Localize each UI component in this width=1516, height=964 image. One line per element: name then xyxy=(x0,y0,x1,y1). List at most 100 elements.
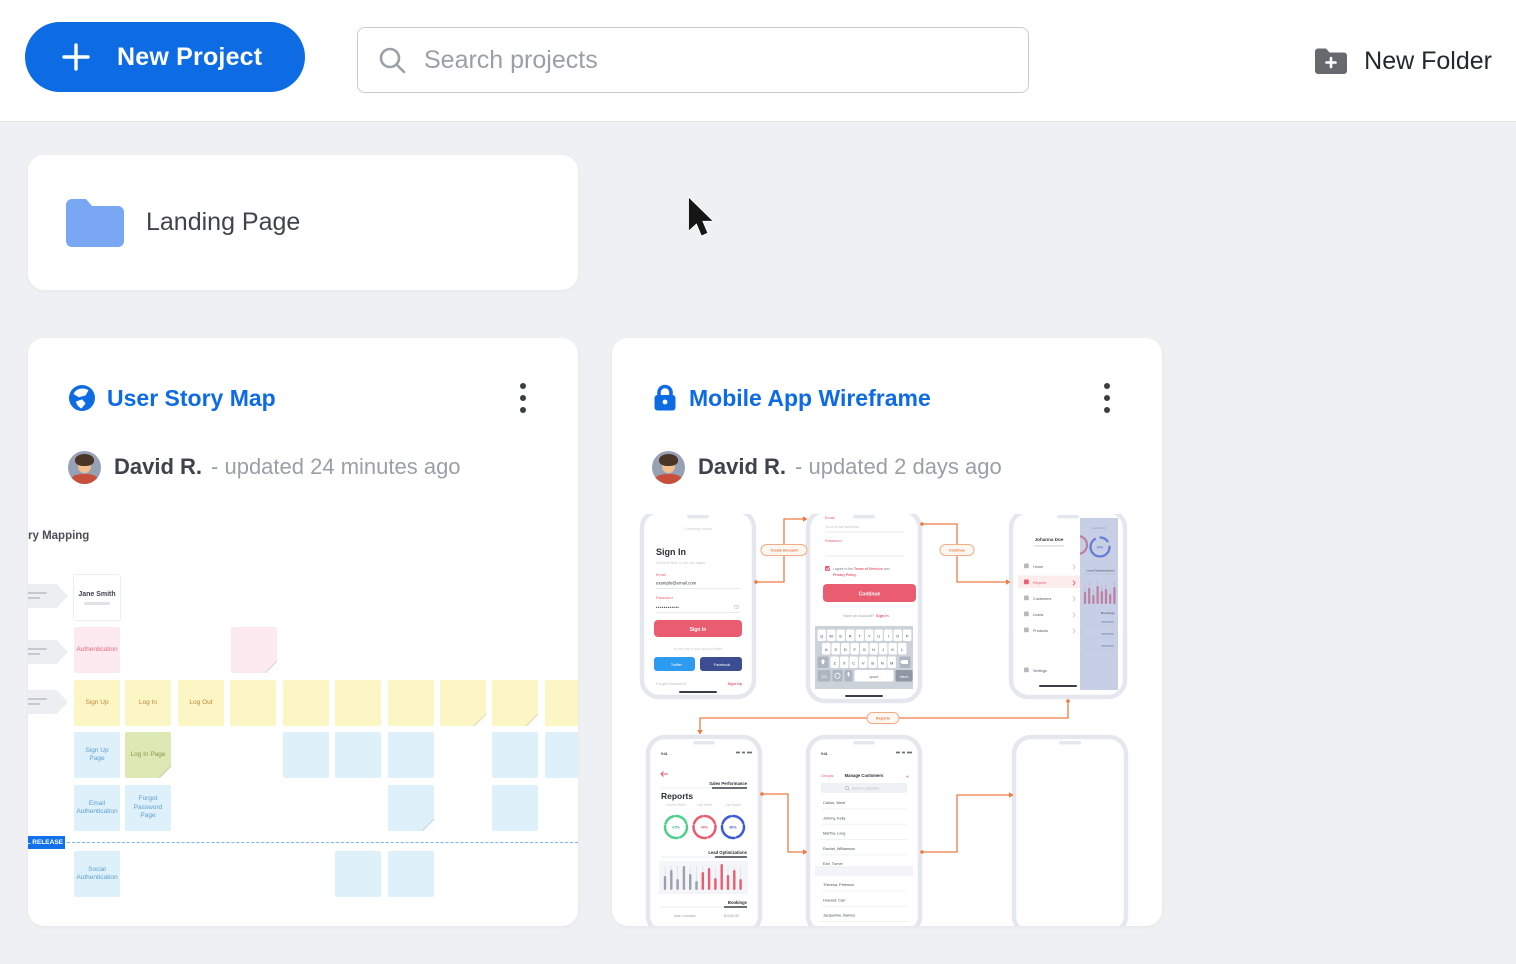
thumb-text: •••••••••••• xyxy=(656,605,679,610)
sticky-note: Authentication xyxy=(74,627,120,673)
sticky-note xyxy=(335,732,381,778)
thumb-text: O xyxy=(896,633,899,638)
search-input[interactable] xyxy=(357,27,1029,93)
sticky-note xyxy=(440,680,486,726)
thumb-text: Last Month xyxy=(725,803,741,807)
sticky-note xyxy=(283,732,329,778)
board-chevron-label xyxy=(28,690,68,714)
thumb-text: Sign In xyxy=(656,547,686,557)
project-title-link[interactable]: User Story Map xyxy=(107,385,276,412)
thumb-text: Last Week xyxy=(697,803,712,807)
thumb-text: Search Customers xyxy=(852,787,880,791)
thumb-text: Sign In xyxy=(876,614,889,618)
thumb-text: J xyxy=(882,647,884,652)
sticky-note: Forgot Password Page xyxy=(125,785,171,831)
thumb-text: Company Name xyxy=(684,526,714,531)
thumb-text: or use one of your social profiles xyxy=(674,647,723,651)
thumb-text: N xyxy=(881,660,884,665)
thumb-text: D xyxy=(844,647,847,652)
thumb-text: R xyxy=(849,633,852,638)
menu-item: Products xyxy=(1033,629,1048,633)
sticky-note xyxy=(545,732,578,778)
board-chevron-label xyxy=(28,640,68,664)
folder-card-landing-page[interactable]: Landing Page xyxy=(28,155,578,290)
customer-row: Rachel, Williamson xyxy=(823,847,855,851)
updated-text: - updated 24 minutes ago xyxy=(211,454,461,480)
thumb-text: Facebook xyxy=(714,663,731,667)
thumb-text: Sales Performance xyxy=(709,781,747,786)
thumb-text: + xyxy=(906,775,909,781)
thumb-text: M xyxy=(890,660,893,665)
more-options-kebab[interactable] xyxy=(1088,376,1126,420)
sticky-note xyxy=(335,851,381,897)
thumb-text: Email xyxy=(825,516,835,520)
thumb-text: 90% xyxy=(729,825,737,829)
thumb-text: Password xyxy=(825,539,842,543)
sticky-note xyxy=(388,785,434,831)
project-title-link[interactable]: Mobile App Wireframe xyxy=(689,385,931,412)
thumb-text: Forgot Password? xyxy=(656,682,687,686)
connector-label-reports: Reports xyxy=(876,717,890,721)
card-header: User Story Map xyxy=(68,380,542,416)
board-title: ry Mapping xyxy=(28,530,89,542)
new-project-button[interactable]: New Project xyxy=(25,22,305,92)
plus-icon xyxy=(61,42,91,72)
connector-label-continue: Continue xyxy=(949,549,965,553)
folder-icon xyxy=(64,197,126,249)
sticky-note xyxy=(230,680,276,726)
thumb-text: space xyxy=(869,675,878,679)
connector-label-create-account: Create Account xyxy=(770,549,798,553)
thumb-text: Current Week xyxy=(666,803,686,807)
folder-plus-icon xyxy=(1313,46,1349,76)
thumb-text: P xyxy=(906,633,909,638)
release-band: L RELEASE xyxy=(28,836,65,849)
thumb-text: Privacy Policy xyxy=(833,573,856,577)
thumb-text: B xyxy=(871,660,874,665)
thumb-text: X xyxy=(843,660,846,665)
thumb-text: 9:41 xyxy=(661,752,668,756)
thumb-text: $1046.50 xyxy=(724,914,739,918)
thumb-text: V xyxy=(862,660,865,665)
thumb-text: I xyxy=(888,633,889,638)
thumb-text: Password xyxy=(656,596,673,600)
more-options-kebab[interactable] xyxy=(504,376,542,420)
sticky-note: Log In xyxy=(125,680,171,726)
thumb-text: Lead Optimizations xyxy=(708,850,747,855)
project-card-mobile-app-wireframe[interactable]: Mobile App Wireframe David R. - updated … xyxy=(612,338,1162,926)
thumb-text: 40% xyxy=(701,825,709,829)
sticky-note xyxy=(335,680,381,726)
thumb-text: Settings xyxy=(1033,669,1047,673)
board-chevron-label xyxy=(28,584,68,608)
customer-row: Earl, Turner xyxy=(823,862,844,866)
project-card-user-story-map[interactable]: User Story Map David R. - updated 24 min… xyxy=(28,338,578,926)
thumb-text: Ada Lovelace xyxy=(674,914,696,918)
thumb-text: Q xyxy=(820,633,823,638)
customer-row: Johnny, Kelly xyxy=(823,816,845,820)
wireframe-thumbnail[interactable]: Company Name Sign In Hi there! Nice to see… xyxy=(612,514,1162,926)
story-map-thumbnail[interactable]: ry MappingJane SmithAuthenticationSign U… xyxy=(28,514,578,926)
thumb-text: K xyxy=(891,647,894,652)
new-folder-button[interactable]: New Folder xyxy=(1313,31,1492,91)
lock-private-icon xyxy=(652,384,678,412)
search-box xyxy=(357,27,1029,93)
card-byline: David R. - updated 24 minutes ago xyxy=(68,450,461,484)
sticky-note: Log Out xyxy=(178,680,224,726)
thumb-text: 123 xyxy=(821,675,827,679)
thumb-text: Groups xyxy=(821,774,834,778)
thumb-text: Hi there! Nice to see you again. xyxy=(656,561,706,565)
thumb-text: W xyxy=(829,633,833,638)
thumb-text: H xyxy=(872,647,875,652)
sticky-note: Sign Up xyxy=(74,680,120,726)
thumb-text: I agree to the Terms of Services and xyxy=(833,567,890,571)
owner-name: David R. xyxy=(698,454,786,480)
thumb-text: E xyxy=(839,633,842,638)
thumb-phone-empty xyxy=(1014,737,1126,926)
thumb-text: Reports xyxy=(661,791,693,801)
menu-item: Customers xyxy=(1033,597,1051,601)
thumb-text: Johanna Doe xyxy=(1035,537,1064,542)
thumb-phone-reports: 9:41 Reports Sales Performance Current Week… xyxy=(648,737,760,926)
menu-item: Reports xyxy=(1033,581,1046,585)
menu-item: Home xyxy=(1033,565,1043,569)
sticky-note xyxy=(545,680,578,726)
thumb-text: Continue xyxy=(859,592,881,598)
